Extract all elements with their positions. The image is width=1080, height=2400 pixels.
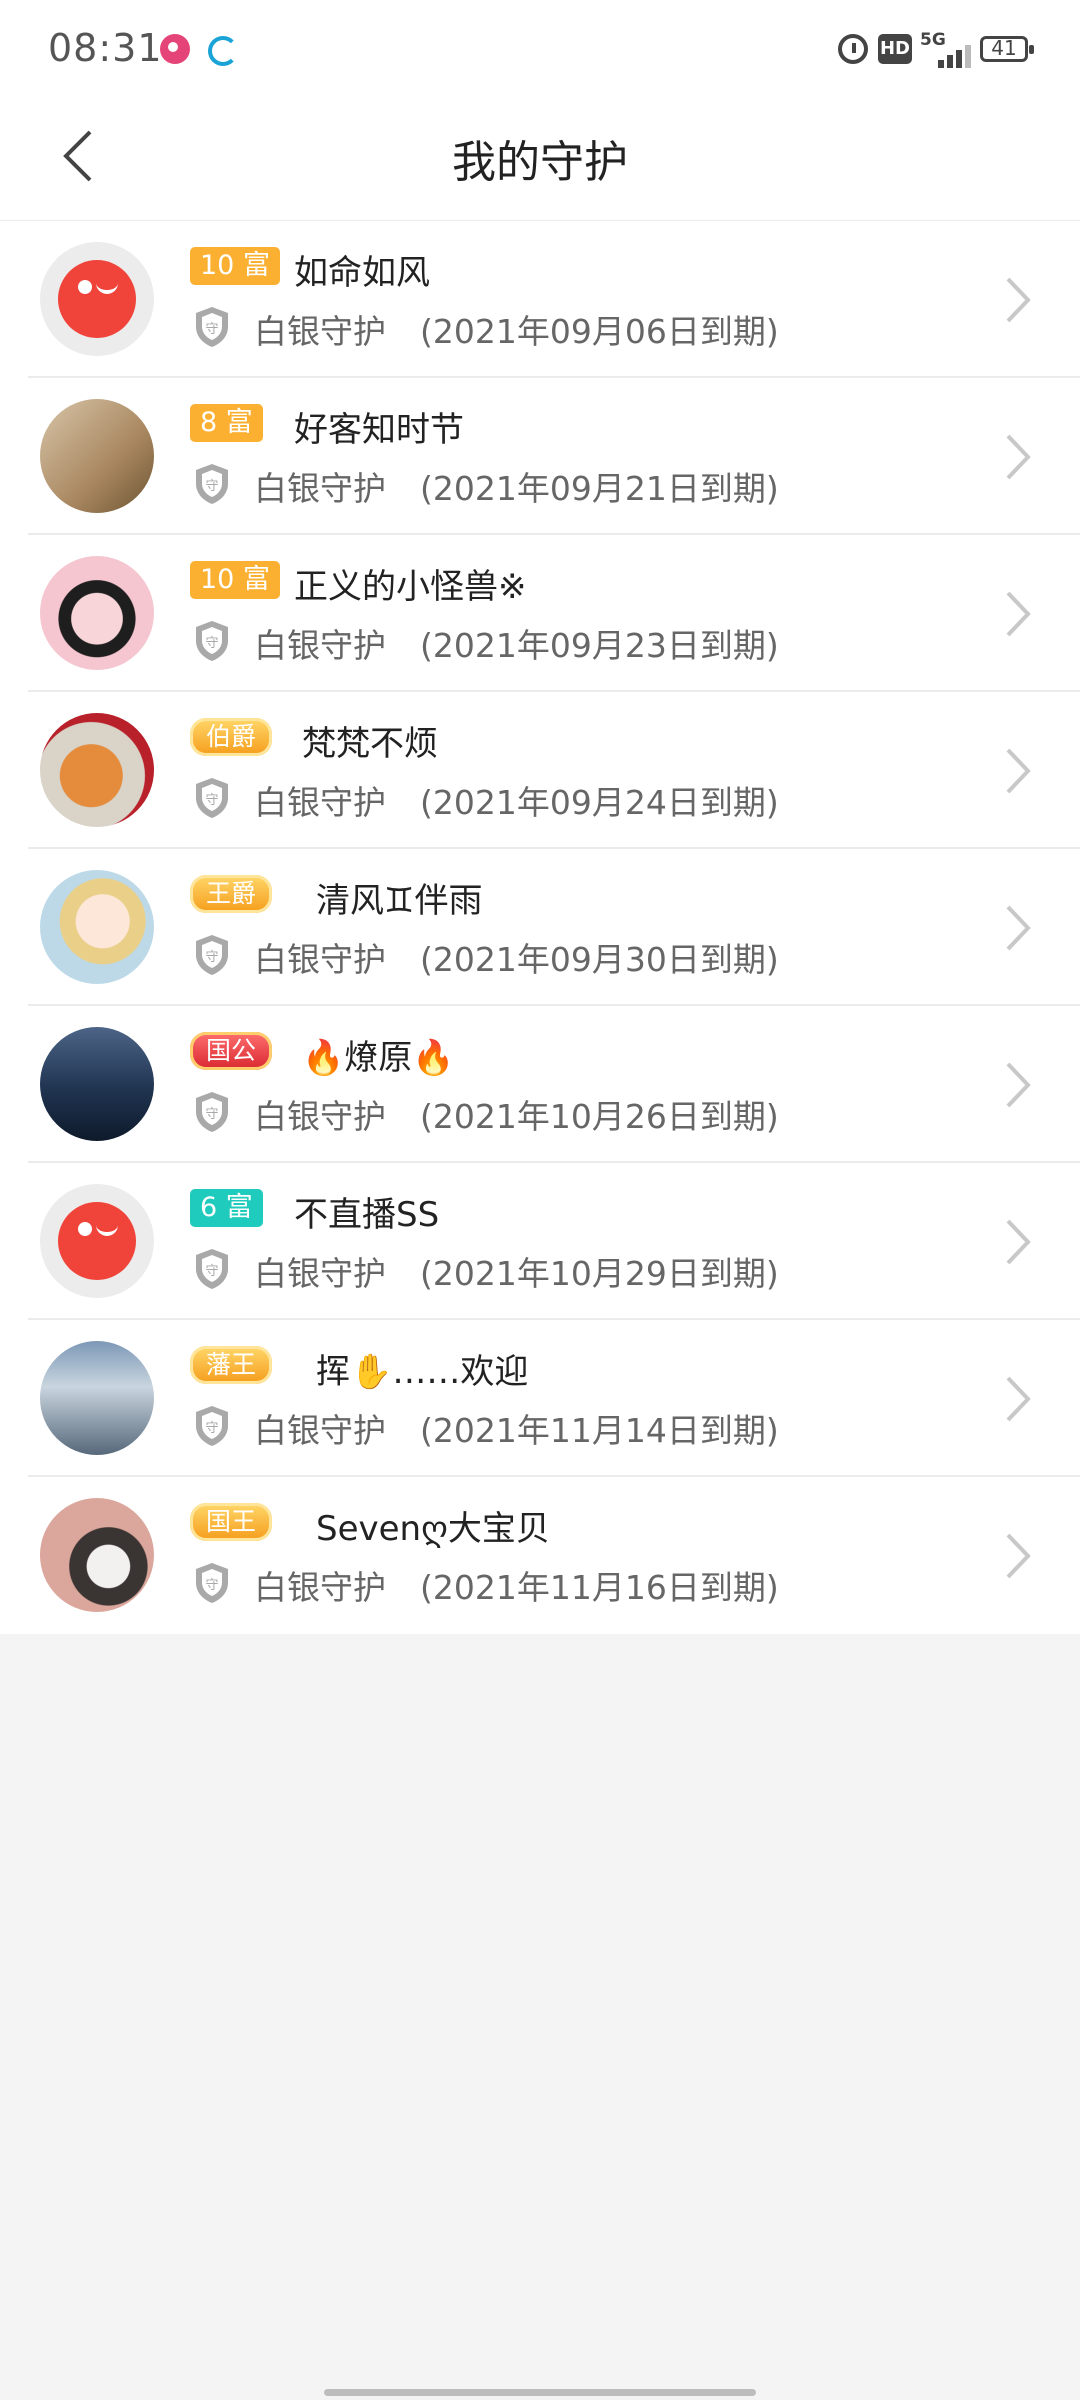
user-nickname: 梵梵不烦 — [302, 724, 438, 764]
avatar[interactable] — [40, 399, 154, 513]
user-nickname: 清风♊伴雨 — [316, 881, 483, 921]
avatar[interactable] — [40, 870, 154, 984]
guard-list-item[interactable]: 10 富 正义的小怪兽※ 守 白银守护 (2021年09月23日到期) — [0, 535, 1080, 692]
status-bar: 08:31 HD 5G 41 — [0, 0, 1080, 96]
expiry-date: (2021年11月14日到期) — [420, 1411, 779, 1450]
avatar[interactable] — [40, 1184, 154, 1298]
shield-icon: 守 — [196, 1406, 228, 1446]
guard-list-item[interactable]: 国公 🔥燎原🔥 守 白银守护 (2021年10月26日到期) — [0, 1006, 1080, 1163]
wealth-level-badge: 6 富 — [190, 1189, 263, 1227]
noble-rank-badge: 国公 — [190, 1032, 273, 1070]
user-nickname: 好客知时节 — [294, 410, 464, 450]
shield-icon: 守 — [196, 307, 228, 347]
guard-type: 白银守护 — [254, 1411, 386, 1450]
svg-text:守: 守 — [205, 950, 218, 965]
shield-icon: 守 — [196, 464, 228, 504]
guard-type: 白银守护 — [254, 1568, 386, 1607]
expiry-date: (2021年10月26日到期) — [420, 1097, 779, 1136]
shield-icon: 守 — [196, 1092, 228, 1132]
user-nickname: Sevenღ大宝贝 — [316, 1509, 550, 1549]
expiry-date: (2021年11月16日到期) — [420, 1568, 779, 1607]
expiry-date: (2021年09月24日到期) — [420, 783, 779, 822]
chevron-right-icon[interactable] — [992, 273, 1042, 327]
svg-text:守: 守 — [205, 479, 218, 494]
guard-type: 白银守护 — [254, 1097, 386, 1136]
chevron-right-icon[interactable] — [992, 901, 1042, 955]
svg-text:守: 守 — [205, 1264, 218, 1279]
svg-text:守: 守 — [205, 1107, 218, 1122]
hd-icon: HD — [878, 34, 912, 64]
header-bar: 我的守护 — [0, 96, 1080, 221]
wealth-level-badge: 10 富 — [190, 247, 280, 285]
chevron-right-icon[interactable] — [992, 744, 1042, 798]
expiry-date: (2021年09月30日到期) — [420, 940, 779, 979]
guard-list-item[interactable]: 6 富 不直播SS 守 白银守护 (2021年10月29日到期) — [0, 1163, 1080, 1320]
guard-type: 白银守护 — [254, 1254, 386, 1293]
user-nickname: 🔥燎原🔥 — [302, 1038, 455, 1078]
svg-text:守: 守 — [205, 1578, 218, 1593]
network-type: 5G — [920, 30, 946, 50]
avatar[interactable] — [40, 713, 154, 827]
guard-type: 白银守护 — [254, 783, 386, 822]
expiry-date: (2021年09月06日到期) — [420, 312, 779, 351]
user-nickname: 正义的小怪兽※ — [294, 567, 527, 607]
page-title: 我的守护 — [452, 137, 628, 188]
sync-notification-icon — [208, 36, 238, 66]
chevron-right-icon[interactable] — [992, 587, 1042, 641]
shield-icon: 守 — [196, 935, 228, 975]
user-nickname: 不直播SS — [294, 1195, 440, 1235]
expiry-date: (2021年09月21日到期) — [420, 469, 779, 508]
shield-icon: 守 — [196, 1249, 228, 1289]
alarm-icon — [838, 34, 868, 64]
app-notification-icon — [160, 34, 190, 64]
noble-rank-badge: 王爵 — [190, 875, 273, 913]
home-indicator[interactable] — [324, 2389, 756, 2396]
avatar[interactable] — [40, 242, 154, 356]
svg-text:守: 守 — [205, 322, 218, 337]
wealth-level-badge: 8 富 — [190, 404, 263, 442]
chevron-right-icon[interactable] — [992, 430, 1042, 484]
guard-list-item[interactable]: 伯爵 梵梵不烦 守 白银守护 (2021年09月24日到期) — [0, 692, 1080, 849]
chevron-right-icon[interactable] — [992, 1529, 1042, 1583]
guard-list-item[interactable]: 10 富 如命如风 守 白银守护 (2021年09月06日到期) — [0, 221, 1080, 378]
guard-type: 白银守护 — [254, 312, 386, 351]
svg-text:守: 守 — [205, 793, 218, 808]
shield-icon: 守 — [196, 778, 228, 818]
svg-text:守: 守 — [205, 636, 218, 651]
shield-icon: 守 — [196, 1563, 228, 1603]
battery-level: 41 — [991, 36, 1017, 60]
status-time: 08:31 — [48, 26, 163, 70]
avatar[interactable] — [40, 1027, 154, 1141]
user-nickname: 挥✋……欢迎 — [316, 1352, 529, 1392]
guard-list-item[interactable]: 王爵 清风♊伴雨 守 白银守护 (2021年09月30日到期) — [0, 849, 1080, 1006]
noble-rank-badge: 伯爵 — [190, 718, 273, 756]
user-nickname: 如命如风 — [294, 253, 430, 293]
avatar[interactable] — [40, 1498, 154, 1612]
guard-list-item[interactable]: 藩王 挥✋……欢迎 守 白银守护 (2021年11月14日到期) — [0, 1320, 1080, 1477]
noble-rank-badge: 国王 — [190, 1503, 273, 1541]
avatar[interactable] — [40, 556, 154, 670]
guard-list-item[interactable]: 8 富 好客知时节 守 白银守护 (2021年09月21日到期) — [0, 378, 1080, 535]
guard-list-item[interactable]: 国王 Sevenღ大宝贝 守 白银守护 (2021年11月16日到期) — [0, 1477, 1080, 1634]
guard-type: 白银守护 — [254, 626, 386, 665]
chevron-right-icon[interactable] — [992, 1058, 1042, 1112]
chevron-right-icon[interactable] — [992, 1372, 1042, 1426]
battery-icon: 41 — [980, 36, 1034, 62]
shield-icon: 守 — [196, 621, 228, 661]
svg-text:守: 守 — [205, 1421, 218, 1436]
expiry-date: (2021年09月23日到期) — [420, 626, 779, 665]
guard-list: 10 富 如命如风 守 白银守护 (2021年09月06日到期) 8 富 好客知… — [0, 221, 1080, 1634]
wealth-level-badge: 10 富 — [190, 561, 280, 599]
signal-icon: 5G — [920, 30, 971, 68]
expiry-date: (2021年10月29日到期) — [420, 1254, 779, 1293]
chevron-right-icon[interactable] — [992, 1215, 1042, 1269]
guard-type: 白银守护 — [254, 469, 386, 508]
avatar[interactable] — [40, 1341, 154, 1455]
noble-rank-badge: 藩王 — [190, 1346, 273, 1384]
guard-type: 白银守护 — [254, 940, 386, 979]
